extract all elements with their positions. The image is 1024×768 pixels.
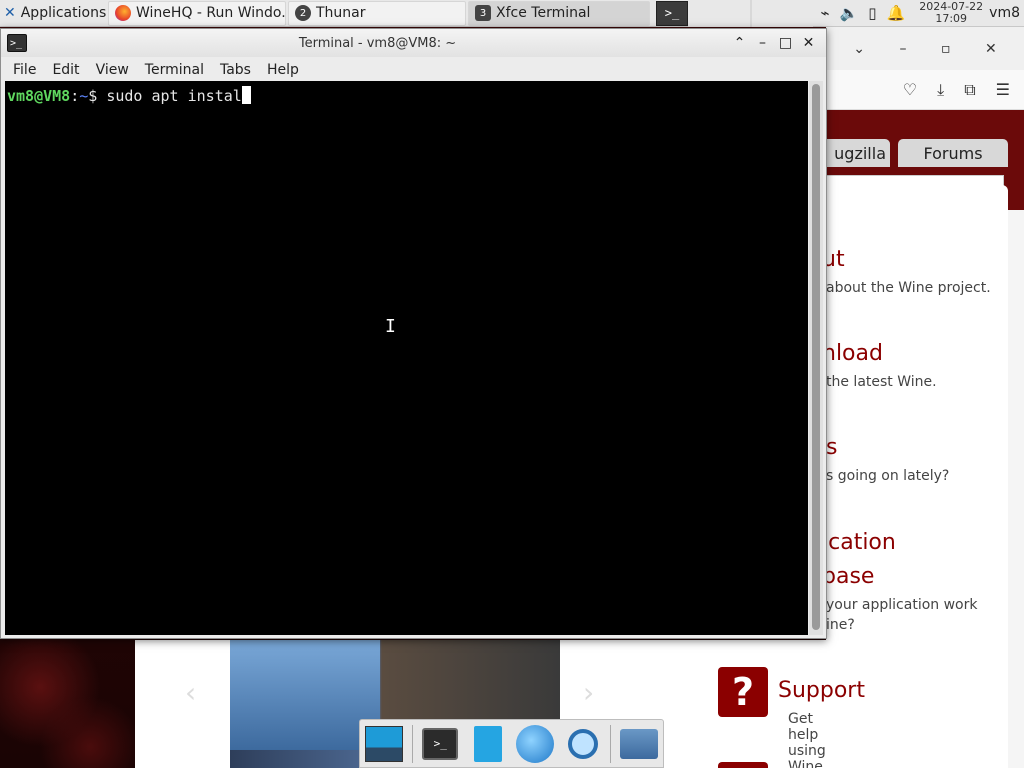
menu-file[interactable]: File xyxy=(5,62,44,78)
top-panel: ✕ Applications ⁝ WineHQ - Run Windo... 2… xyxy=(0,0,1024,27)
terminal-app-icon[interactable]: >_ xyxy=(7,34,27,52)
support-question-icon[interactable]: ? xyxy=(718,667,768,717)
dock: >_ xyxy=(359,719,664,768)
dock-home-folder[interactable] xyxy=(619,724,659,764)
command-text: sudo apt instal xyxy=(106,87,242,105)
text-cursor xyxy=(241,86,251,104)
file-cabinet-icon xyxy=(473,725,502,762)
xfce-logo-icon: ✕ xyxy=(4,5,16,21)
magnifier-icon xyxy=(567,728,598,759)
taskbar-item-thunar[interactable]: 2 Thunar xyxy=(288,0,466,26)
thunar-icon: 2 xyxy=(295,5,311,21)
maximize-icon[interactable]: ▫ xyxy=(941,41,951,57)
carousel-screenshot-panel xyxy=(230,640,380,750)
terminal-icon: >_ xyxy=(422,727,459,760)
taskbar-item-terminal[interactable]: 3 Xfce Terminal xyxy=(468,0,650,26)
command-line: vm8@VM8:~$ sudo apt instal xyxy=(7,86,251,105)
terminal-window[interactable]: >_ Terminal - vm8@VM8: ~ ⌃ – □ ✕ File Ed… xyxy=(0,28,827,639)
menu-terminal[interactable]: Terminal xyxy=(137,62,212,78)
terminal-output[interactable]: vm8@VM8:~$ sudo apt instal I xyxy=(5,81,808,635)
news-sub: s going on lately? xyxy=(826,468,950,484)
dock-file-manager[interactable] xyxy=(468,724,508,764)
applications-label: Applications xyxy=(20,5,107,21)
maximize-icon[interactable]: □ xyxy=(774,35,797,51)
appdb-heading-line2[interactable]: base xyxy=(822,564,874,589)
browser-window[interactable]: ⌄ – ▫ ✕ ♡ ⤓ ⧉ ☰ ugzilla Forums ut about … xyxy=(822,27,1024,768)
terminal-scrollbar[interactable] xyxy=(809,81,823,635)
ibeam-cursor-icon: I xyxy=(385,316,396,337)
dock-separator xyxy=(411,724,413,763)
taskbar-item-label: Xfce Terminal xyxy=(496,5,591,21)
prompt-symbol: $ xyxy=(88,87,107,105)
battery-icon[interactable]: ▯ xyxy=(868,4,876,22)
support-sub: Get help using Wine. xyxy=(788,711,828,768)
terminal-titlebar[interactable]: >_ Terminal - vm8@VM8: ~ ⌃ – □ ✕ xyxy=(1,29,826,57)
close-icon[interactable]: ✕ xyxy=(797,35,820,51)
menu-tabs[interactable]: Tabs xyxy=(212,62,259,78)
next-section-icon xyxy=(718,762,768,768)
close-icon[interactable]: ✕ xyxy=(985,41,997,57)
workspace-strip[interactable] xyxy=(688,0,813,27)
applications-menu-button[interactable]: ✕ Applications ⁝ xyxy=(0,0,108,27)
extensions-icon[interactable]: ⧉ xyxy=(964,80,975,100)
minimize-icon[interactable]: – xyxy=(751,35,774,51)
carousel-next-icon[interactable]: › xyxy=(583,676,594,709)
taskbar-item-label: WineHQ - Run Windo... xyxy=(136,5,286,21)
chevron-down-icon[interactable]: ⌄ xyxy=(853,41,865,57)
terminal-icon: 3 xyxy=(475,5,491,21)
pocket-icon[interactable]: ♡ xyxy=(903,80,917,99)
firefox-icon xyxy=(115,5,131,21)
volume-icon[interactable]: 🔈 xyxy=(840,4,859,22)
folder-icon xyxy=(620,728,659,759)
show-desktop-icon xyxy=(364,725,403,762)
network-icon[interactable]: ⌁ xyxy=(821,4,830,22)
dock-app-finder[interactable] xyxy=(563,724,603,764)
about-sub: about the Wine project. xyxy=(826,280,991,296)
appdb-sub-line1: your application work xyxy=(826,597,978,613)
dock-separator xyxy=(610,724,612,763)
user-menu[interactable]: vm8 xyxy=(989,5,1024,21)
download-sub: the latest Wine. xyxy=(826,374,937,390)
support-heading[interactable]: Support xyxy=(778,678,865,703)
prompt-separator: : xyxy=(70,87,80,105)
nav-tab-forums[interactable]: Forums xyxy=(898,139,1008,167)
dock-web-browser[interactable] xyxy=(515,724,555,764)
taskbar-item-label: Thunar xyxy=(316,5,366,21)
download-icon[interactable]: ⤓ xyxy=(937,80,944,100)
carousel-prev-icon[interactable]: ‹ xyxy=(185,676,196,709)
browser-toolbar: ♡ ⤓ ⧉ ☰ xyxy=(826,70,1024,110)
appdb-sub-line2: ine? xyxy=(826,617,855,633)
appdb-heading-line1[interactable]: ication xyxy=(822,530,896,555)
minimize-icon[interactable]: – xyxy=(899,41,906,57)
system-tray: ⌁ 🔈 ▯ 🔔 xyxy=(813,0,914,27)
dock-show-desktop[interactable] xyxy=(364,724,404,764)
workspace-switcher[interactable]: >_ xyxy=(656,0,688,26)
clock-time: 17:09 xyxy=(935,12,968,25)
window-title: Terminal - vm8@VM8: ~ xyxy=(298,35,457,51)
menu-edit[interactable]: Edit xyxy=(44,62,87,78)
terminal-menubar: File Edit View Terminal Tabs Help xyxy=(1,57,826,82)
menu-view[interactable]: View xyxy=(88,62,137,78)
chevron-up-icon[interactable]: ⌃ xyxy=(728,35,751,51)
scrollbar-thumb[interactable] xyxy=(812,84,820,630)
news-heading[interactable]: s xyxy=(826,435,837,460)
nav-tab-bugzilla[interactable]: ugzilla xyxy=(826,139,890,167)
browser-titlebar: ⌄ – ▫ ✕ xyxy=(826,27,1024,70)
globe-icon xyxy=(516,724,555,763)
prompt-user: vm8@VM8 xyxy=(7,87,71,105)
download-heading[interactable]: nload xyxy=(822,341,883,366)
clock[interactable]: 2024-07-22 17:09 xyxy=(913,1,989,25)
dock-terminal[interactable]: >_ xyxy=(420,724,460,764)
menu-icon[interactable]: ☰ xyxy=(996,80,1010,99)
menu-help[interactable]: Help xyxy=(259,62,307,78)
notification-bell-icon[interactable]: 🔔 xyxy=(887,4,906,22)
prompt-path: ~ xyxy=(79,87,89,105)
taskbar-item-winehq[interactable]: WineHQ - Run Windo... xyxy=(108,0,286,26)
